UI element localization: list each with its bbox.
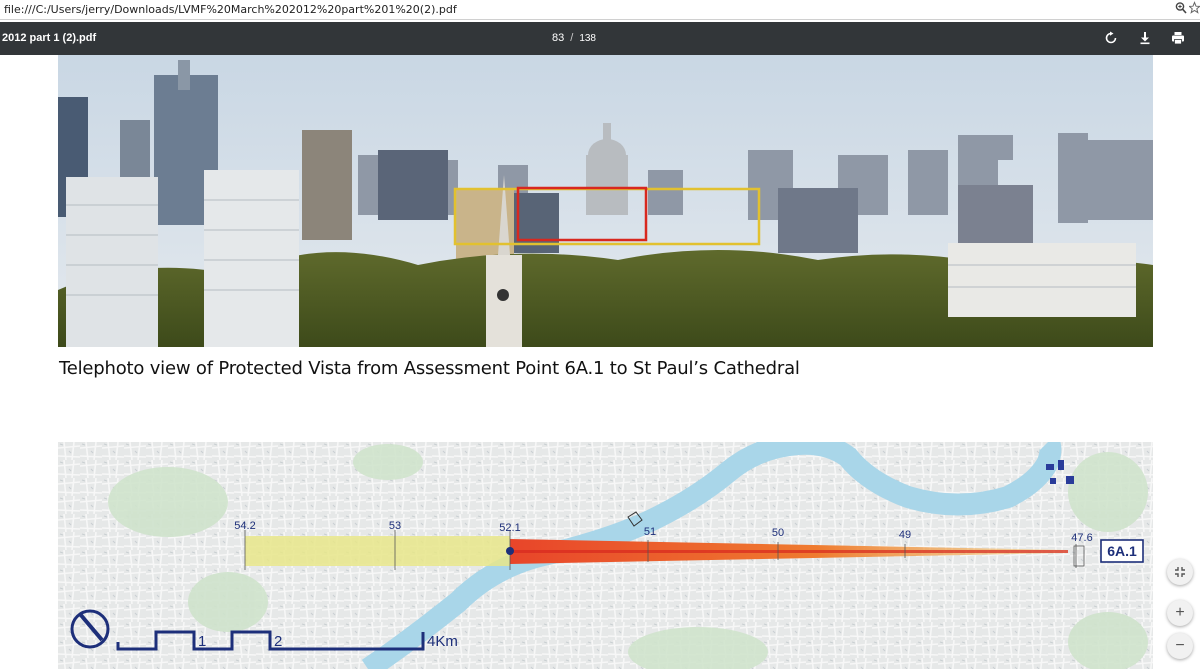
pdf-page: Telephoto view of Protected Vista from A… <box>0 55 1200 669</box>
total-pages: 138 <box>579 33 596 44</box>
document-title: 2012 part 1 (2).pdf <box>2 32 97 44</box>
star-icon[interactable] <box>1187 1 1200 17</box>
vista-map: 54.2 53 52.1 51 50 49 47.6 6A.1 1 2 4Km <box>58 442 1153 669</box>
fit-to-page-button[interactable] <box>1167 559 1193 585</box>
photo-caption: Telephoto view of Protected Vista from A… <box>59 358 800 379</box>
telephoto-photo <box>58 55 1153 347</box>
url-text[interactable]: file:///C:/Users/jerry/Downloads/LVMF%20… <box>4 3 457 16</box>
zoom-icon[interactable] <box>1175 1 1189 17</box>
marker-label: 54.2 <box>234 520 255 532</box>
fit-to-page-icon <box>1174 565 1186 582</box>
scale-label: 2 <box>274 633 282 650</box>
assessment-point-label: 6A.1 <box>1107 543 1137 559</box>
current-page-input[interactable]: 83 <box>552 32 564 44</box>
marker-label: 49 <box>899 529 911 541</box>
rotate-icon[interactable] <box>1104 31 1118 45</box>
zoom-out-button[interactable]: − <box>1167 633 1193 659</box>
zoom-in-button[interactable]: + <box>1167 600 1193 626</box>
marker-label: 50 <box>772 527 784 539</box>
scale-label: 1 <box>198 633 206 650</box>
marker-label: 51 <box>644 526 656 538</box>
print-icon[interactable] <box>1171 31 1185 45</box>
scale-label: 4Km <box>427 633 458 650</box>
page-separator: / <box>570 32 574 44</box>
marker-label: 53 <box>389 520 401 532</box>
page-indicator: 83 / 138 <box>552 32 596 44</box>
download-icon[interactable] <box>1138 31 1152 45</box>
marker-label: 47.6 <box>1071 532 1092 544</box>
pdf-toolbar: 2012 part 1 (2).pdf 83 / 138 <box>0 22 1200 55</box>
marker-label: 52.1 <box>499 522 520 534</box>
address-bar[interactable]: file:///C:/Users/jerry/Downloads/LVMF%20… <box>0 0 1200 20</box>
